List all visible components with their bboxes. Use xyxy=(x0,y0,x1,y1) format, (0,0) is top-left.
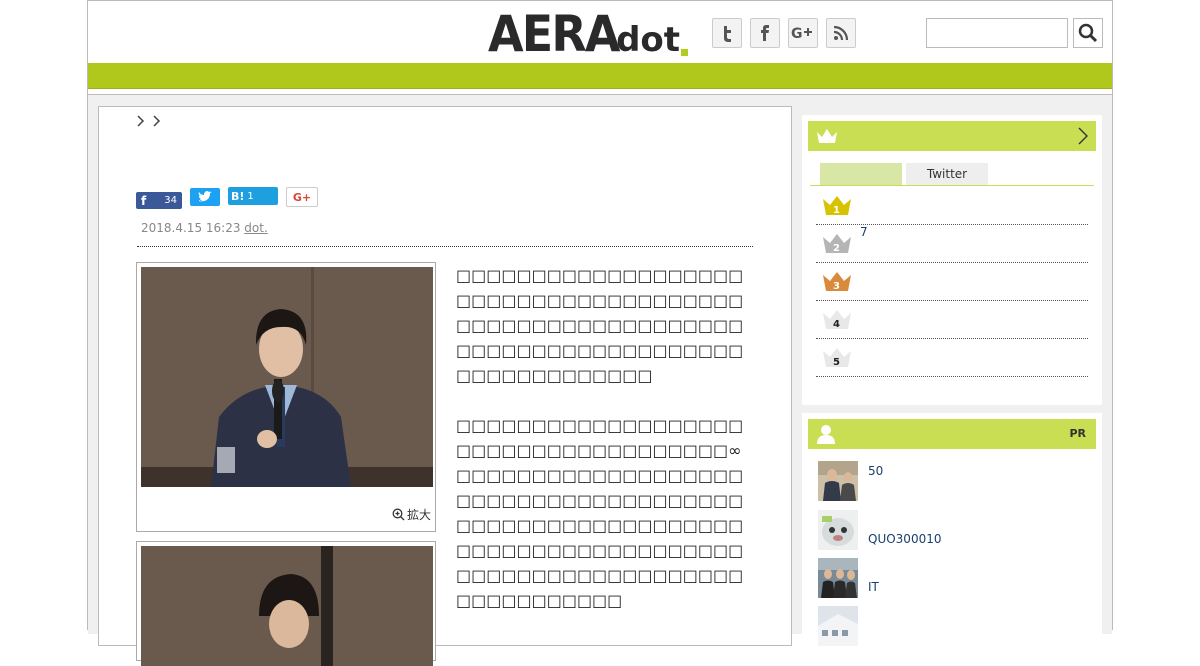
rss-icon[interactable] xyxy=(826,18,856,48)
google-plus-icon[interactable]: G xyxy=(788,18,818,48)
crown-gold-icon: 1 xyxy=(823,196,851,216)
chevron-right-icon xyxy=(137,115,145,127)
meta-divider xyxy=(137,246,753,247)
pr-item-title: QUO300010 xyxy=(868,532,942,546)
photo-zoom-link[interactable]: 拡大 xyxy=(392,506,431,523)
facebook-share-button[interactable]: f 34 xyxy=(136,192,182,209)
hatena-bookmark-button[interactable]: B! 1 xyxy=(228,187,278,205)
logo-dot: dot xyxy=(616,20,681,60)
facebook-icon[interactable] xyxy=(750,18,780,48)
breadcrumb xyxy=(137,115,161,127)
ranking-item[interactable]: 5 xyxy=(816,339,1088,377)
social-links: G xyxy=(712,18,856,48)
search-input[interactable] xyxy=(926,18,1068,48)
pr-header: PR xyxy=(808,419,1096,449)
ranking-item[interactable]: 3 xyxy=(816,263,1088,301)
chevron-right-icon xyxy=(1078,127,1088,145)
pr-item[interactable]: QUO300010 xyxy=(818,510,1088,550)
page: AERA dot G f 34 B! 1 G+ 2018.4.15 16:23 … xyxy=(87,0,1113,666)
rank-number: 3 xyxy=(833,281,840,292)
pr-thumbnail xyxy=(818,510,858,550)
rank-number: 2 xyxy=(833,243,840,254)
hatena-label: B! xyxy=(231,189,245,203)
hatena-count: 1 xyxy=(247,190,254,202)
article-paragraph: □□□□□□□□□□□□□□□□□□□□□□□□□□□□□□□□□□□□□∞□□… xyxy=(456,416,744,610)
article-photo-2[interactable] xyxy=(136,541,436,666)
crown-icon xyxy=(817,129,837,143)
twitter-icon[interactable] xyxy=(712,18,742,48)
photo-image xyxy=(141,546,433,666)
twitter-bird-icon xyxy=(198,191,212,202)
pr-item[interactable]: IT xyxy=(818,558,1088,598)
twitter-share-button[interactable] xyxy=(190,188,220,206)
pr-item[interactable]: 50 xyxy=(818,461,1088,501)
pr-item-title: 50 xyxy=(868,464,884,478)
pr-thumbnail xyxy=(818,606,858,646)
ranking-widget: Twitter 1 2 7 3 4 5 xyxy=(802,115,1102,405)
article-panel: f 34 B! 1 G+ 2018.4.15 16:23 dot. 拡大 □□□… xyxy=(98,106,792,666)
article-meta: 2018.4.15 16:23 dot. xyxy=(141,221,268,235)
photo-image xyxy=(141,267,433,487)
pr-thumbnail xyxy=(818,558,858,598)
rank-number: 5 xyxy=(833,357,840,368)
crown-silver-icon: 2 xyxy=(823,234,851,254)
pr-item[interactable] xyxy=(818,606,1088,646)
zoom-label: 拡大 xyxy=(406,508,431,522)
tab-access-ranking[interactable] xyxy=(820,163,902,185)
article-paragraph: □□□□□□□□□□□□□□□□□□□□□□□□□□□□□□□□□□□□□□□□… xyxy=(456,266,744,385)
google-plus-share-button[interactable]: G+ xyxy=(286,187,318,207)
crown-icon: 4 xyxy=(823,310,851,330)
crown-icon: 5 xyxy=(823,348,851,368)
tab-twitter-ranking[interactable]: Twitter xyxy=(906,163,988,185)
gplus-label: G+ xyxy=(292,190,312,204)
article-body: □□□□□□□□□□□□□□□□□□□□□□□□□□□□□□□□□□□□□□□□… xyxy=(456,263,754,638)
pr-label: PR xyxy=(1069,427,1086,440)
pr-widget: PR 50 QUO300010 IT xyxy=(802,413,1102,646)
facebook-share-count: 34 xyxy=(164,195,177,206)
search-icon xyxy=(1078,23,1098,43)
rank-number: 4 xyxy=(833,319,840,330)
pr-thumbnail xyxy=(818,461,858,501)
ranking-item-title: 7 xyxy=(860,225,868,239)
article-photo-1[interactable]: 拡大 xyxy=(136,262,436,532)
rank-number: 1 xyxy=(833,205,840,216)
ranking-tabs: Twitter xyxy=(810,163,1094,186)
search-button[interactable] xyxy=(1073,18,1103,48)
pr-item-title: IT xyxy=(868,580,879,594)
ranking-item[interactable]: 4 xyxy=(816,301,1088,339)
crown-bronze-icon: 3 xyxy=(823,272,851,292)
logo-aera: AERA xyxy=(488,5,621,63)
content-area: f 34 B! 1 G+ 2018.4.15 16:23 dot. 拡大 □□□… xyxy=(88,94,1112,666)
chevron-right-icon xyxy=(153,115,161,127)
ranking-header[interactable] xyxy=(808,121,1096,151)
site-header: AERA dot G xyxy=(88,0,1112,63)
svg-text:G: G xyxy=(791,26,803,42)
article-date: 2018.4.15 16:23 xyxy=(141,221,241,235)
ranking-item[interactable]: 1 xyxy=(816,187,1088,225)
person-icon xyxy=(817,425,835,444)
zoom-in-icon xyxy=(392,508,405,521)
share-buttons: f 34 B! 1 G+ xyxy=(136,187,318,209)
article-source-link[interactable]: dot. xyxy=(244,221,267,235)
site-logo[interactable]: AERA dot xyxy=(488,5,689,63)
facebook-icon: f xyxy=(141,193,147,208)
logo-period-mark xyxy=(681,49,689,56)
ranking-item[interactable]: 2 7 xyxy=(816,225,1088,263)
global-nav-bar xyxy=(88,63,1112,89)
